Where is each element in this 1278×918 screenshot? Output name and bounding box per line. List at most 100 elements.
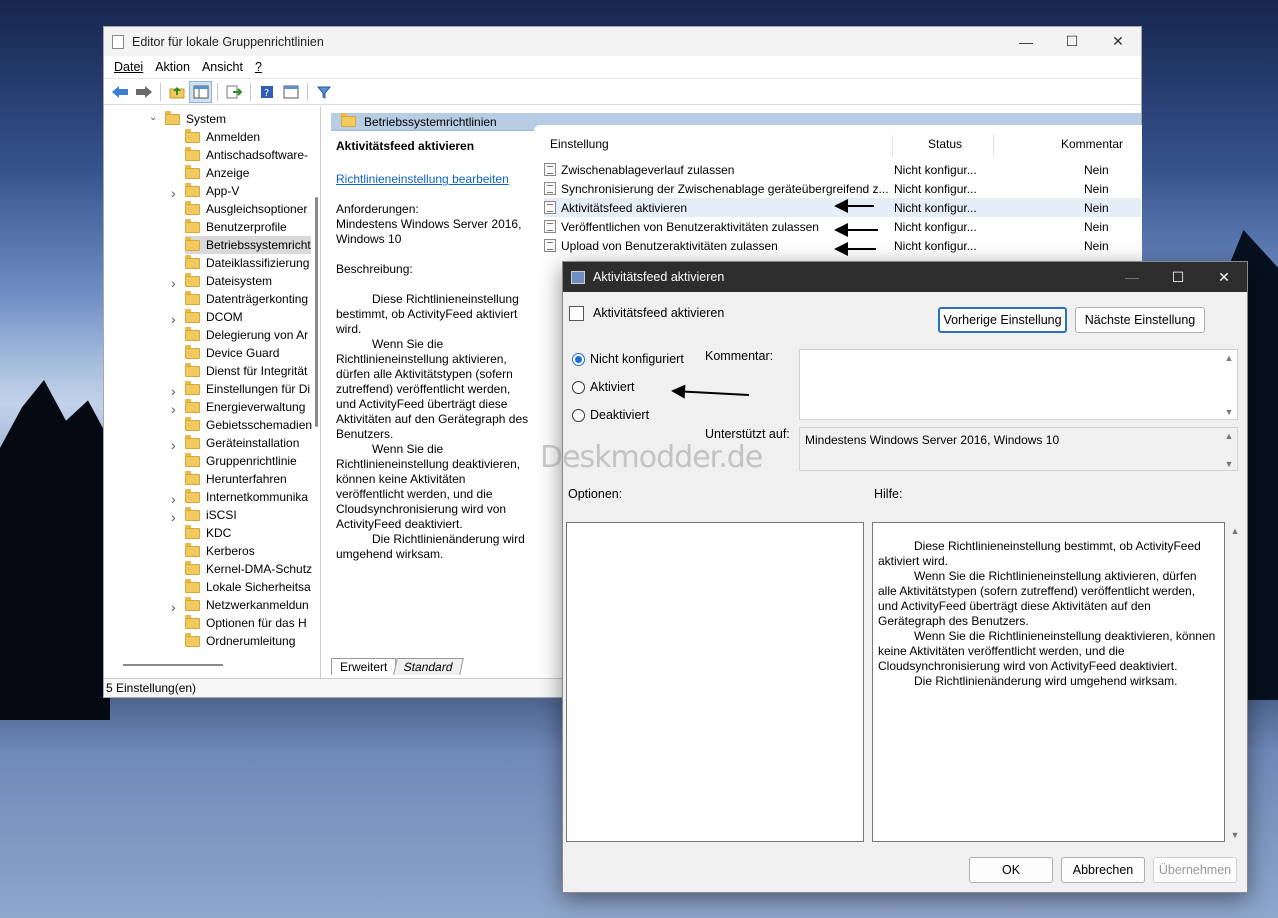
tree-item[interactable]: iSCSI <box>185 506 237 524</box>
description-para: Die Richtlinienänderung wird umgehend wi… <box>336 532 525 561</box>
help-scrollbar[interactable]: ▲ ▼ <box>1229 526 1241 840</box>
help-panel: Diese Richtlinieneinstellung bestimmt, o… <box>872 522 1225 842</box>
column-divider <box>892 135 893 157</box>
chevron-right-icon[interactable]: › <box>171 311 176 327</box>
tree-item-system[interactable]: System <box>165 110 226 128</box>
tree-item[interactable]: Netzwerkanmeldun <box>185 596 309 614</box>
tree-item[interactable]: Energieverwaltung <box>185 398 305 416</box>
dialog-close-button[interactable]: ✕ <box>1201 263 1247 292</box>
tree-item[interactable]: App-V <box>185 182 239 200</box>
tree-item[interactable]: Lokale Sicherheitsa <box>185 578 311 596</box>
supported-scrollbar[interactable]: ▲ ▼ <box>1223 431 1235 469</box>
tree-item[interactable]: Antischadsoftware- <box>185 146 308 164</box>
chevron-right-icon[interactable]: › <box>171 383 176 399</box>
tree-item[interactable]: Anzeige <box>185 164 249 182</box>
cancel-button[interactable]: Abbrechen <box>1061 857 1145 883</box>
tree-item-label: Einstellungen für Di <box>206 382 311 396</box>
back-button[interactable] <box>108 81 131 103</box>
up-folder-button[interactable] <box>165 81 188 103</box>
tree-item[interactable]: Einstellungen für Di <box>185 380 310 398</box>
tree-item[interactable]: Ordnerumleitung <box>185 632 295 650</box>
ok-button[interactable]: OK <box>969 857 1053 883</box>
tab-erweitert[interactable]: Erweitert <box>331 658 397 675</box>
tree-item[interactable]: Gebietsschemadien <box>185 416 312 434</box>
setting-comment: Nein <box>1084 238 1109 253</box>
tree-item[interactable]: KDC <box>185 524 231 542</box>
help-button[interactable]: ? <box>255 81 278 103</box>
tree-vertical-scrollbar[interactable] <box>315 197 318 427</box>
menu-ansicht[interactable]: Ansicht <box>196 60 249 74</box>
tree-item[interactable]: Datenträgerkonting <box>185 290 308 308</box>
show-hide-tree-button[interactable] <box>189 80 212 103</box>
radio-enabled[interactable]: Aktiviert <box>572 380 634 394</box>
column-header-status[interactable]: Status <box>928 137 962 151</box>
next-setting-button[interactable]: Nächste Einstellung <box>1075 307 1205 333</box>
help-icon: ? <box>260 85 273 99</box>
radio-disabled[interactable]: Deaktiviert <box>572 408 649 422</box>
radio-not-configured[interactable]: Nicht konfiguriert <box>572 352 684 366</box>
tree-item-label: Herunterfahren <box>206 472 287 486</box>
tree-item[interactable]: Dienst für Integrität <box>185 362 307 380</box>
comment-textarea[interactable]: ▲ ▼ <box>799 349 1238 420</box>
tree-item[interactable]: Anmelden <box>185 128 260 146</box>
previous-setting-button[interactable]: Vorherige Einstellung <box>938 307 1067 333</box>
annotation-arrow <box>834 223 878 237</box>
description-para: Diese Richtlinieneinstellung bestimmt, o… <box>336 292 519 336</box>
folder-icon <box>185 200 200 215</box>
tree-item[interactable]: Betriebssystemricht <box>185 236 311 254</box>
edit-policy-link[interactable]: Richtlinieneinstellung bearbeiten <box>336 172 532 187</box>
supported-on-field: Mindestens Windows Server 2016, Windows … <box>799 427 1238 471</box>
setting-row[interactable]: Zwischenablageverlauf zulassen Nicht konf… <box>544 160 1141 179</box>
tree-item[interactable]: Herunterfahren <box>185 470 287 488</box>
tree-item[interactable]: Geräteinstallation <box>185 434 299 452</box>
tree-item[interactable]: Dateisystem <box>185 272 272 290</box>
tree-item-label: Dateiklassifizierung <box>206 256 310 270</box>
column-header-comment[interactable]: Kommentar <box>1061 137 1123 151</box>
toolbar: ? <box>104 79 1141 105</box>
chevron-right-icon[interactable]: › <box>171 185 176 201</box>
minimize-button[interactable]: — <box>1003 27 1049 56</box>
dialog-maximize-button[interactable]: ☐ <box>1155 263 1201 292</box>
chevron-right-icon[interactable]: › <box>171 275 176 291</box>
setting-row[interactable]: Synchronisierung der Zwischenablage gerä… <box>544 179 1141 198</box>
menu-help[interactable]: ? <box>249 60 268 74</box>
properties-icon <box>283 85 298 98</box>
folder-icon <box>185 542 200 557</box>
tree-item[interactable]: Gruppenrichtlinie <box>185 452 297 470</box>
tree-horizontal-scrollbar[interactable] <box>123 664 223 666</box>
forward-button[interactable] <box>132 81 155 103</box>
menu-datei[interactable]: Datei <box>108 60 149 74</box>
tree-item[interactable]: Delegierung von Ar <box>185 326 308 344</box>
column-header-setting[interactable]: Einstellung <box>550 137 609 151</box>
policy-setting-icon <box>544 220 556 233</box>
tree-item[interactable]: Internetkommunika <box>185 488 308 506</box>
dialog-titlebar: Aktivitätsfeed aktivieren — ☐ ✕ <box>563 262 1247 292</box>
tree-item[interactable]: Kernel-DMA-Schutz <box>185 560 312 578</box>
tree-item[interactable]: Kerberos <box>185 542 255 560</box>
setting-comment: Nein <box>1084 162 1109 177</box>
chevron-right-icon[interactable]: › <box>171 437 176 453</box>
tree-item[interactable]: Benutzerprofile <box>185 218 287 236</box>
properties-view-button[interactable] <box>279 81 302 103</box>
chevron-down-icon[interactable]: ⌄ <box>149 112 157 123</box>
tree-item[interactable]: Ausgleichsoptioner <box>185 200 307 218</box>
tree-item[interactable]: DCOM <box>185 308 243 326</box>
maximize-button[interactable]: ☐ <box>1049 27 1095 56</box>
close-button[interactable]: ✕ <box>1095 27 1141 56</box>
tree-item[interactable]: Device Guard <box>185 344 279 362</box>
tree-item[interactable]: Dateiklassifizierung <box>185 254 309 272</box>
chevron-right-icon[interactable]: › <box>171 599 176 615</box>
tab-standard[interactable]: Standard <box>393 658 464 675</box>
chevron-right-icon[interactable]: › <box>171 491 176 507</box>
menu-aktion[interactable]: Aktion <box>149 60 196 74</box>
comment-scrollbar[interactable]: ▲ ▼ <box>1223 353 1235 417</box>
folder-icon <box>185 290 200 305</box>
folder-icon <box>185 614 200 629</box>
tree-item-label: Ordnerumleitung <box>206 634 296 648</box>
chevron-right-icon[interactable]: › <box>171 509 176 525</box>
chevron-right-icon[interactable]: › <box>171 401 176 417</box>
filter-button[interactable] <box>312 81 335 103</box>
tree-item[interactable]: Optionen für das H <box>185 614 307 632</box>
folder-icon <box>185 416 200 431</box>
export-list-button[interactable] <box>222 81 245 103</box>
